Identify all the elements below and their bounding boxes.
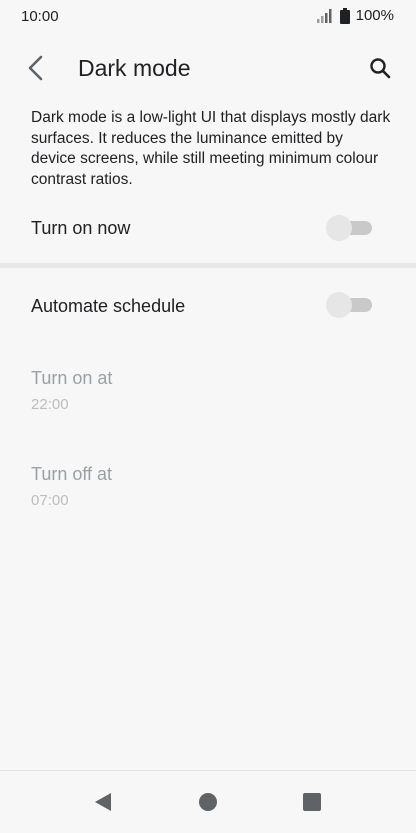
app-bar: Dark mode xyxy=(0,34,416,102)
status-time: 10:00 xyxy=(21,8,59,25)
recents-square-icon xyxy=(303,793,321,811)
turn-off-at-value: 07:00 xyxy=(31,492,69,509)
switch-thumb xyxy=(326,292,352,318)
battery-percent: 100% xyxy=(355,7,394,24)
switch-thumb xyxy=(326,215,352,241)
search-button[interactable] xyxy=(364,52,396,84)
status-indicators: 100% xyxy=(316,7,394,24)
back-triangle-icon xyxy=(95,793,111,811)
battery-icon xyxy=(339,7,350,24)
dark-mode-description: Dark mode is a low-light UI that display… xyxy=(31,109,391,188)
search-icon xyxy=(370,58,391,79)
automate-schedule-switch[interactable] xyxy=(326,292,372,318)
turn-on-at-value: 22:00 xyxy=(31,396,69,413)
turn-on-at-row[interactable]: Turn on at 22:00 xyxy=(0,362,416,422)
nav-back-button[interactable] xyxy=(90,789,116,815)
turn-off-at-row[interactable]: Turn off at 07:00 xyxy=(0,458,416,518)
turn-on-now-label: Turn on now xyxy=(31,218,131,238)
page-title: Dark mode xyxy=(78,55,191,81)
home-circle-icon xyxy=(199,793,217,811)
signal-icon xyxy=(316,8,332,23)
status-bar: 10:00 100% xyxy=(0,0,416,34)
section-divider xyxy=(0,263,416,268)
turn-off-at-label: Turn off at xyxy=(31,464,113,484)
turn-on-now-row[interactable]: Turn on now xyxy=(0,207,416,249)
automate-schedule-label: Automate schedule xyxy=(31,296,186,316)
turn-on-now-switch[interactable] xyxy=(326,215,372,241)
nav-recents-button[interactable] xyxy=(299,789,325,815)
back-button[interactable] xyxy=(20,52,52,84)
automate-schedule-row[interactable]: Automate schedule xyxy=(0,284,416,326)
turn-on-at-label: Turn on at xyxy=(31,368,113,388)
navigation-bar xyxy=(0,770,416,833)
nav-home-button[interactable] xyxy=(195,789,221,815)
back-arrow-icon xyxy=(28,55,43,81)
